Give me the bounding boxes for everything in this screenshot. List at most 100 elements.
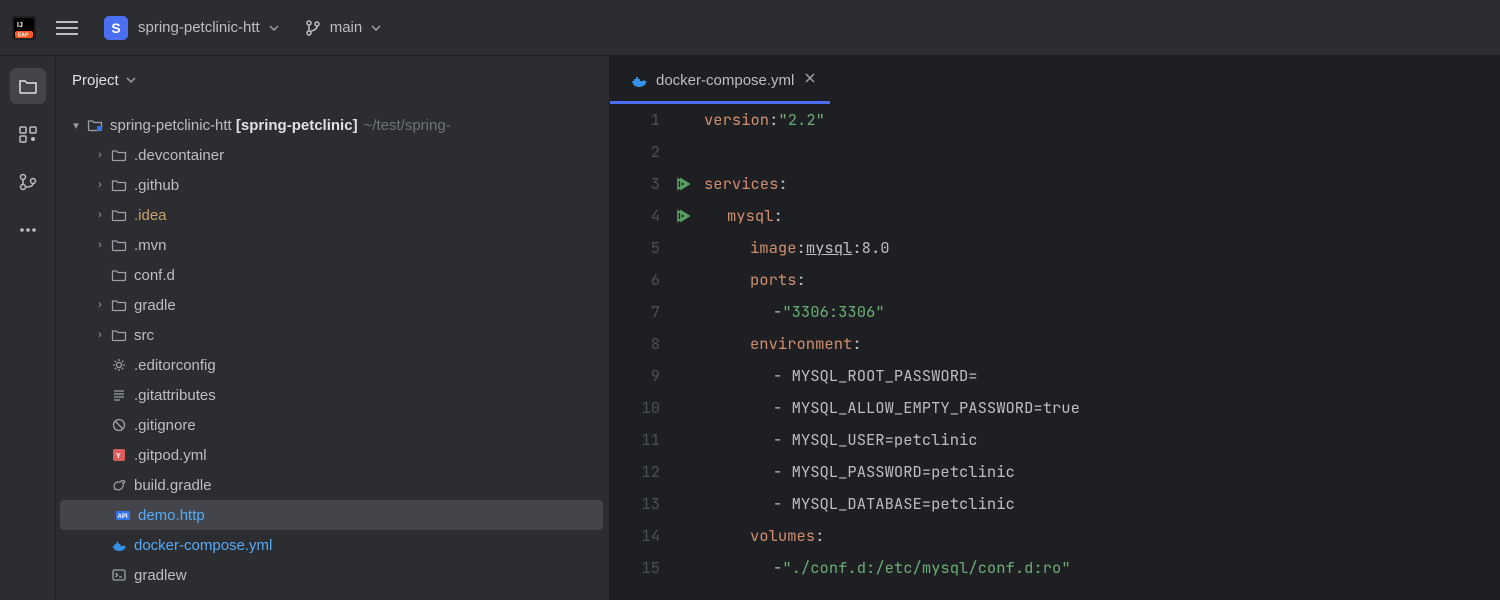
editor-tabbar: docker-compose.yml — [610, 56, 1500, 104]
tree-item-label: .devcontainer — [134, 147, 224, 164]
gutter-marks — [674, 104, 704, 600]
code-line: version: "2.2" — [704, 104, 1500, 136]
tree-item-label: build.gradle — [134, 477, 212, 494]
tree-item[interactable]: › src — [56, 320, 609, 350]
tree-item-label: .github — [134, 177, 179, 194]
code-line: ports: — [704, 264, 1500, 296]
git-icon — [18, 172, 38, 192]
terminal-icon — [110, 566, 128, 584]
vcs-tool-button[interactable] — [10, 164, 46, 200]
code-line: mysql: — [704, 200, 1500, 232]
intellij-logo-icon: IJ EAP — [12, 16, 36, 40]
tree-item-label: gradle — [134, 297, 176, 314]
tree-item[interactable]: build.gradle — [56, 470, 609, 500]
tree-item-label: .gitpod.yml — [134, 447, 207, 464]
structure-icon — [18, 124, 38, 144]
titlebar: IJEAP S spring-petclinic-htt main — [0, 0, 1500, 56]
tree-item-label: .idea — [134, 207, 167, 224]
tree-item-label: .mvn — [134, 237, 167, 254]
gradle-icon — [110, 476, 128, 494]
branch-icon — [304, 19, 322, 37]
code-line: environment: — [704, 328, 1500, 360]
code-line: - MYSQL_DATABASE=petclinic — [704, 488, 1500, 520]
folder-icon — [110, 236, 128, 254]
folder-icon — [110, 266, 128, 284]
yaml-red-icon — [110, 446, 128, 464]
folder-icon — [110, 146, 128, 164]
project-panel-title: Project — [72, 72, 119, 89]
tree-root[interactable]: ▾spring-petclinic-htt [spring-petclinic]… — [56, 110, 609, 140]
folder-icon — [110, 296, 128, 314]
code-line: - MYSQL_PASSWORD=petclinic — [704, 456, 1500, 488]
module-icon — [86, 116, 104, 134]
tree-item[interactable]: docker-compose.yml — [56, 530, 609, 560]
tree-item-label: demo.http — [138, 507, 205, 524]
close-icon — [804, 72, 816, 84]
chevron-down-icon — [125, 74, 137, 86]
run-gutter-icon[interactable] — [674, 168, 704, 200]
tree-item[interactable]: › .devcontainer — [56, 140, 609, 170]
chevron-right-icon: › — [92, 329, 108, 341]
tree-item[interactable]: .editorconfig — [56, 350, 609, 380]
tree-item[interactable]: gradlew — [56, 560, 609, 590]
editor: docker-compose.yml 123456789101112131415… — [610, 56, 1500, 600]
tab-label: docker-compose.yml — [656, 72, 794, 89]
chevron-right-icon: › — [92, 179, 108, 191]
gitignore-icon — [110, 416, 128, 434]
folder-icon — [110, 176, 128, 194]
code-area[interactable]: 123456789101112131415 version: "2.2" serv… — [610, 104, 1500, 600]
svg-text:IJ: IJ — [17, 22, 23, 29]
tree-item[interactable]: › .github — [56, 170, 609, 200]
tree-item[interactable]: .gitpod.yml — [56, 440, 609, 470]
tree-item-label: gradlew — [134, 567, 187, 584]
git-branch-selector[interactable]: main — [304, 19, 383, 37]
project-name-label: spring-petclinic-htt — [138, 19, 260, 36]
line-numbers: 123456789101112131415 — [610, 104, 674, 600]
more-icon — [18, 220, 38, 240]
tree-item[interactable]: conf.d — [56, 260, 609, 290]
chevron-down-icon: ▾ — [68, 119, 84, 132]
chevron-right-icon: › — [92, 149, 108, 161]
editor-tab[interactable]: docker-compose.yml — [610, 56, 830, 104]
tree-item[interactable]: › gradle — [56, 290, 609, 320]
main-menu-button[interactable] — [56, 17, 78, 39]
more-tool-button[interactable] — [10, 212, 46, 248]
code-line: - "./conf.d:/etc/mysql/conf.d:ro" — [704, 552, 1500, 584]
svg-text:EAP: EAP — [18, 32, 29, 38]
chevron-down-icon — [370, 22, 382, 34]
tab-close-button[interactable] — [804, 71, 816, 89]
project-panel: Project ▾spring-petclinic-htt [spring-pe… — [56, 56, 610, 600]
gear-icon — [110, 356, 128, 374]
project-selector[interactable]: spring-petclinic-htt — [138, 19, 280, 36]
chevron-down-icon — [268, 22, 280, 34]
chevron-right-icon: › — [92, 239, 108, 251]
project-panel-header[interactable]: Project — [56, 56, 609, 104]
code-line: volumes: — [704, 520, 1500, 552]
chevron-right-icon: › — [92, 299, 108, 311]
tree-item[interactable]: demo.http — [60, 500, 603, 530]
project-tool-button[interactable] — [10, 68, 46, 104]
folder-icon — [18, 76, 38, 96]
tree-item[interactable]: › .idea — [56, 200, 609, 230]
tree-item[interactable]: .gitignore — [56, 410, 609, 440]
tree-item[interactable]: › .mvn — [56, 230, 609, 260]
code-line: - MYSQL_USER=petclinic — [704, 424, 1500, 456]
code-line — [704, 136, 1500, 168]
code-line: services: — [704, 168, 1500, 200]
api-icon — [114, 506, 132, 524]
structure-tool-button[interactable] — [10, 116, 46, 152]
docker-icon — [630, 71, 648, 89]
tree-item-label: .gitignore — [134, 417, 196, 434]
chevron-right-icon: › — [92, 209, 108, 221]
lines-icon — [110, 386, 128, 404]
tree-item-label: conf.d — [134, 267, 175, 284]
tree-item[interactable]: .gitattributes — [56, 380, 609, 410]
run-gutter-icon[interactable] — [674, 200, 704, 232]
project-tree: ▾spring-petclinic-htt [spring-petclinic]… — [56, 104, 609, 600]
code-line: image: mysql:8.0 — [704, 232, 1500, 264]
tree-item-label: src — [134, 327, 154, 344]
code-line: - MYSQL_ALLOW_EMPTY_PASSWORD=true — [704, 392, 1500, 424]
branch-name-label: main — [330, 19, 363, 36]
code-line: - "3306:3306" — [704, 296, 1500, 328]
folder-icon — [110, 206, 128, 224]
